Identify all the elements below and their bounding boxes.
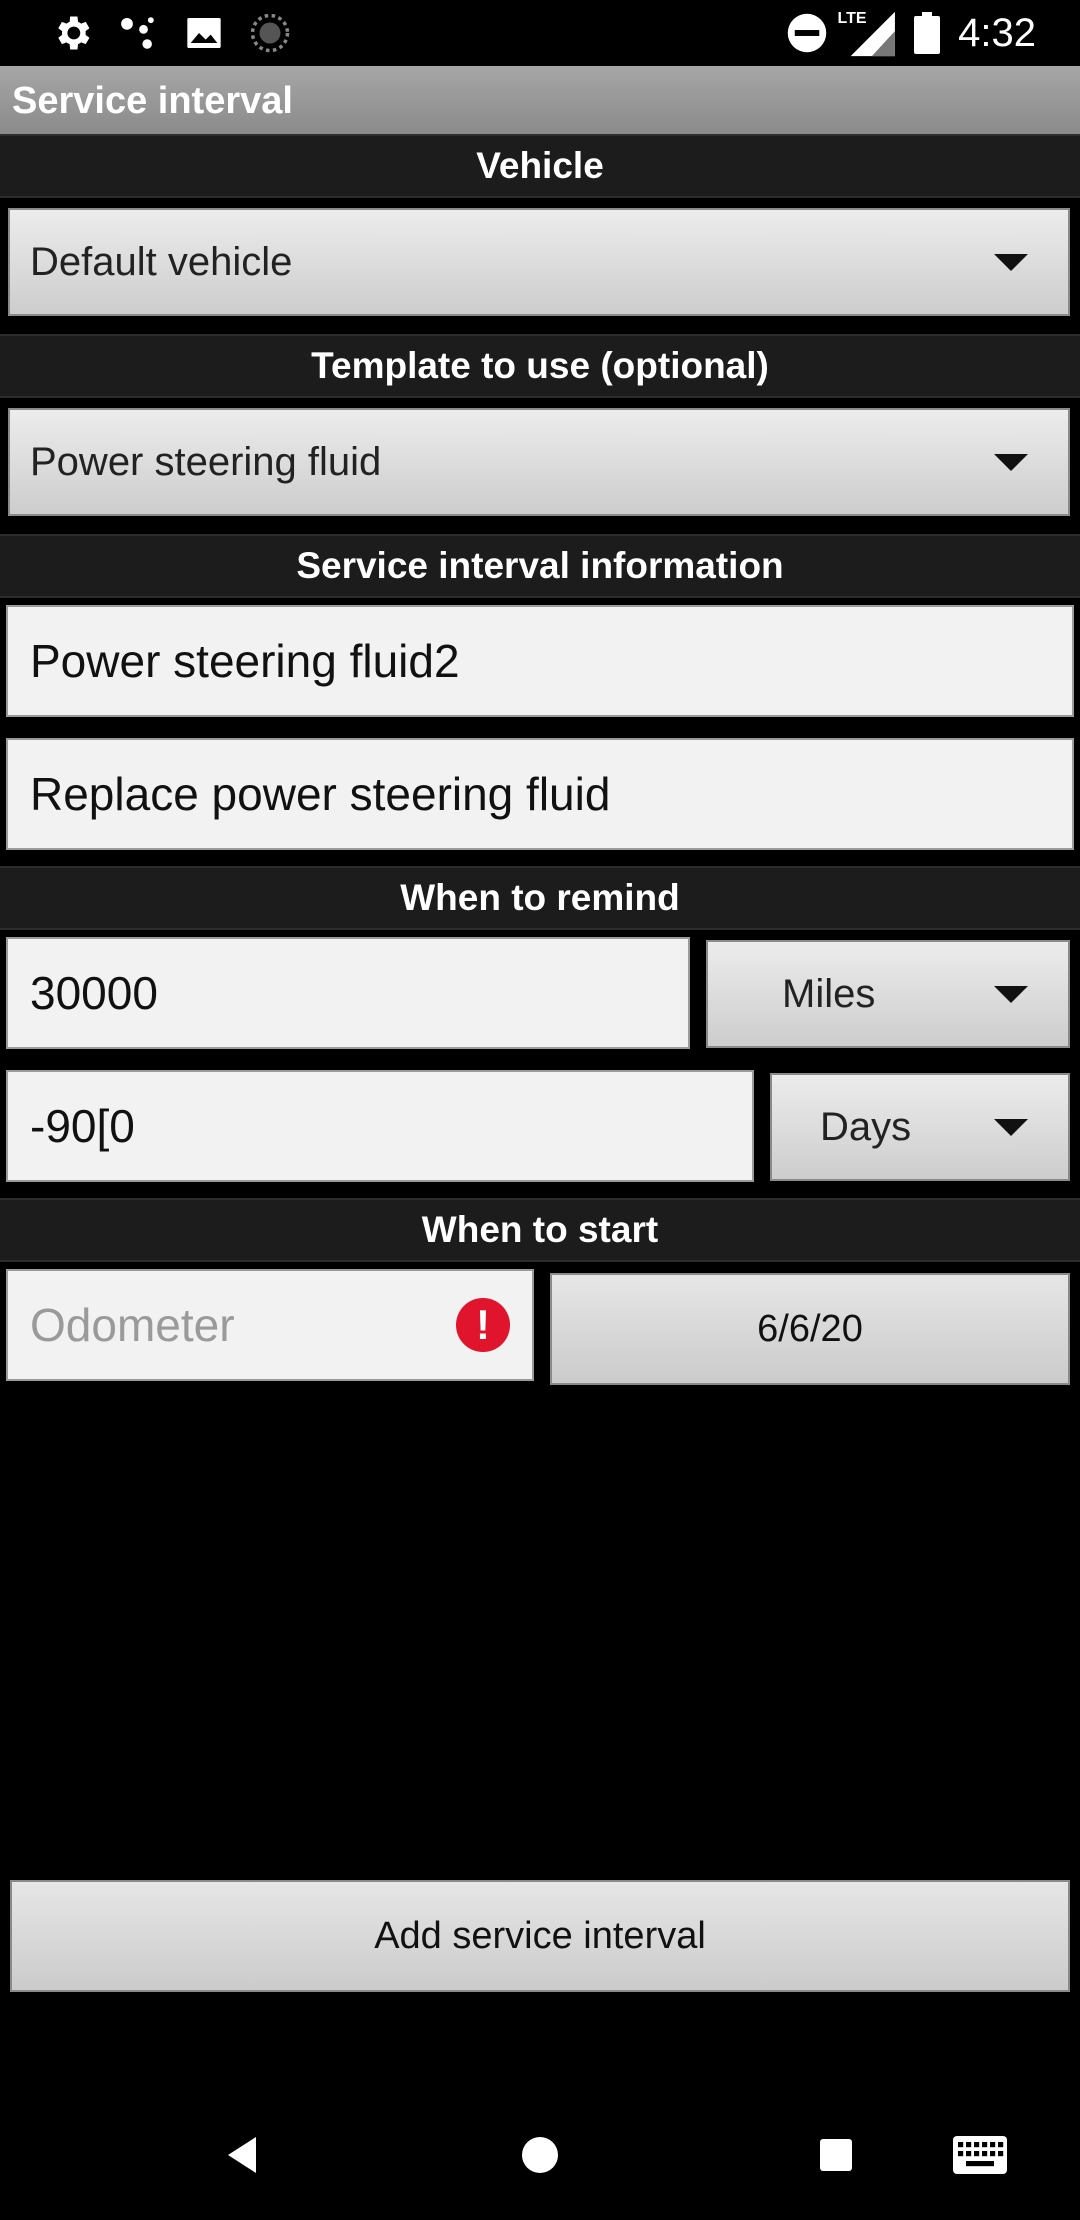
section-header-template: Template to use (optional) xyxy=(0,334,1080,398)
distance-unit-value: Miles xyxy=(782,971,876,1016)
chevron-down-icon xyxy=(994,454,1028,471)
time-interval-field[interactable]: -90[0 xyxy=(6,1070,754,1182)
vehicle-select-value: Default vehicle xyxy=(30,239,293,284)
recents-icon[interactable] xyxy=(776,2090,896,2220)
section-header-remind: When to remind xyxy=(0,866,1080,930)
keyboard-icon[interactable] xyxy=(920,2090,1040,2220)
assistant-dots-icon xyxy=(114,0,162,66)
sync-spinner-icon xyxy=(246,0,294,66)
time-unit-select[interactable]: Days xyxy=(770,1073,1070,1181)
time-unit-value: Days xyxy=(820,1104,912,1149)
template-select[interactable]: Power steering fluid xyxy=(8,408,1070,516)
chevron-down-icon xyxy=(994,254,1028,271)
distance-unit-select[interactable]: Miles xyxy=(706,940,1070,1048)
do-not-disturb-icon xyxy=(784,0,830,66)
interval-description-field[interactable]: Replace power steering fluid xyxy=(6,738,1074,850)
network-type-label: LTE xyxy=(837,10,867,27)
interval-name-field[interactable]: Power steering fluid2 xyxy=(6,605,1074,717)
settings-icon xyxy=(48,0,96,66)
app-bar: Service interval xyxy=(0,66,1080,136)
page-title: Service interval xyxy=(12,80,293,122)
odometer-field[interactable]: Odometer ! xyxy=(6,1269,534,1381)
start-date-button[interactable]: 6/6/20 xyxy=(550,1273,1070,1385)
home-icon[interactable] xyxy=(480,2090,600,2220)
status-bar: LTE 4:32 xyxy=(0,0,1080,66)
template-select-value: Power steering fluid xyxy=(30,439,382,484)
status-time: 4:32 xyxy=(958,11,1036,55)
error-icon: ! xyxy=(456,1298,510,1352)
section-header-vehicle: Vehicle xyxy=(0,134,1080,198)
chevron-down-icon xyxy=(994,1119,1028,1136)
section-header-start: When to start xyxy=(0,1198,1080,1262)
vehicle-select[interactable]: Default vehicle xyxy=(8,208,1070,316)
section-header-info: Service interval information xyxy=(0,534,1080,598)
distance-interval-field[interactable]: 30000 xyxy=(6,937,690,1049)
image-icon xyxy=(180,0,228,66)
add-service-interval-button[interactable]: Add service interval xyxy=(10,1880,1070,1992)
nav-bar xyxy=(0,2090,1080,2220)
chevron-down-icon xyxy=(994,986,1028,1003)
back-icon[interactable] xyxy=(182,2090,302,2220)
battery-icon xyxy=(912,0,942,66)
odometer-placeholder: Odometer xyxy=(30,1299,235,1351)
